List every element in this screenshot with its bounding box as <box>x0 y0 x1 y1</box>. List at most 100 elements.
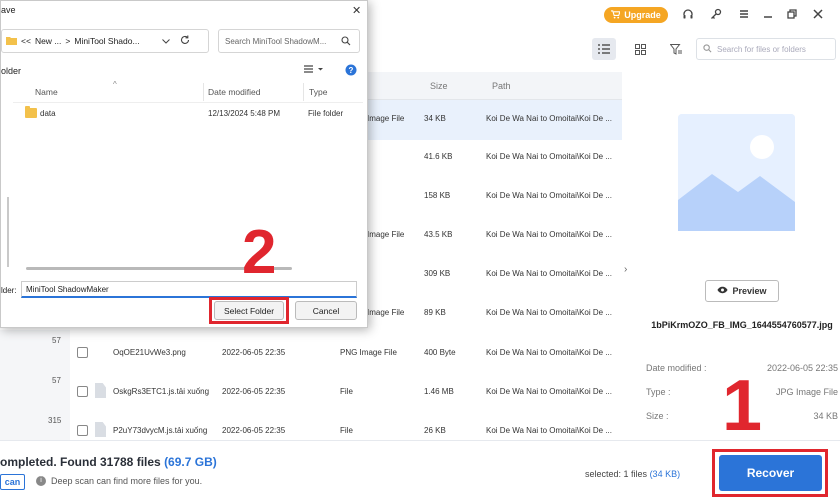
row-name: OskgRs3ETC1.js.tải xuống <box>113 387 210 396</box>
cart-icon <box>611 9 622 21</box>
folder-search-input[interactable]: Search MiniTool ShadowM... <box>218 29 360 53</box>
row-type: PNG Image File <box>340 348 397 357</box>
address-separator: > <box>65 36 71 46</box>
deep-scan-button[interactable]: can <box>0 474 25 490</box>
row-path: Koi De Wa Nai to Omoitai\Koi De ... <box>486 348 612 357</box>
address-segment[interactable]: MiniTool Shado... <box>74 36 139 46</box>
selected-size: (34 KB) <box>649 469 681 479</box>
date-modified-label: Date modified : <box>646 363 707 373</box>
row-path: Koi De Wa Nai to Omoitai\Koi De ... <box>486 269 612 278</box>
chevron-down-icon[interactable] <box>161 36 170 46</box>
selection-summary: selected: 1 files (34 KB) <box>585 469 680 479</box>
folder-name-field[interactable]: MiniTool ShadowMaker <box>21 281 357 298</box>
folder-type: File folder <box>308 109 344 118</box>
column-date[interactable]: Date modified <box>208 87 260 97</box>
file-icon <box>95 422 106 437</box>
column-size[interactable]: Size <box>430 81 448 91</box>
row-checkbox[interactable] <box>77 386 88 397</box>
folder-date: 12/13/2024 5:48 PM <box>208 109 281 118</box>
column-type[interactable]: Type <box>309 87 327 97</box>
row-date: 2022-06-05 22:35 <box>222 387 286 396</box>
refresh-icon[interactable] <box>180 35 190 47</box>
eye-icon <box>717 286 729 296</box>
preview-button[interactable]: Preview <box>705 280 779 302</box>
dialog-close-icon[interactable]: ✕ <box>352 4 361 17</box>
list-view-icon[interactable] <box>592 38 616 60</box>
filter-icon[interactable] <box>664 38 688 60</box>
upgrade-label: Upgrade <box>624 10 661 20</box>
minimize-icon[interactable] <box>760 6 776 22</box>
row-path: Koi De Wa Nai to Omoitai\Koi De ... <box>486 308 612 317</box>
address-bar[interactable]: << New ... > MiniTool Shado... <box>1 29 209 53</box>
folder-count: 57 <box>52 336 61 345</box>
step-one-annotation: 1 <box>722 366 763 446</box>
view-options-icon[interactable] <box>303 64 325 77</box>
svg-text:?: ? <box>349 66 354 75</box>
dialog-title: ave <box>1 5 16 15</box>
row-size: 43.5 KB <box>424 230 453 239</box>
row-name: OqOE21UvWe3.png <box>113 348 186 357</box>
row-path: Koi De Wa Nai to Omoitai\Koi De ... <box>486 426 612 435</box>
preview-file-name: 1bPiKrmOZO_FB_IMG_1644554760577.jpg <box>651 320 833 330</box>
search-icon <box>341 36 351 48</box>
row-path: Koi De Wa Nai to Omoitai\Koi De ... <box>486 114 612 123</box>
step-two-annotation: 2 <box>242 218 277 287</box>
view-toolbar: Search for files or folders <box>370 36 840 64</box>
grid-view-icon[interactable] <box>628 38 652 60</box>
column-path[interactable]: Path <box>492 81 511 91</box>
folder-search-placeholder: Search MiniTool ShadowM... <box>225 36 327 46</box>
address-back[interactable]: << <box>21 36 31 46</box>
image-thumbnail-icon <box>678 114 795 231</box>
maximize-icon[interactable] <box>784 6 800 22</box>
row-size: 89 KB <box>424 308 446 317</box>
folder-field-label: lder: <box>1 286 17 295</box>
collapse-panel-icon[interactable]: › <box>624 264 627 275</box>
key-icon[interactable] <box>708 6 724 22</box>
scan-status-text: ompleted. Found 31788 files <box>0 455 161 469</box>
new-folder-label[interactable]: older <box>1 66 21 76</box>
selected-count: selected: 1 files <box>585 469 648 479</box>
row-name: P2uY73dvycM.js.tải xuống <box>113 426 208 435</box>
search-icon <box>703 43 712 55</box>
status-bar: ompleted. Found 31788 files (69.7 GB) ca… <box>0 440 840 500</box>
row-path: Koi De Wa Nai to Omoitai\Koi De ... <box>486 191 612 200</box>
folder-row[interactable]: data 12/13/2024 5:48 PM File folder <box>21 105 361 123</box>
type-value: JPG Image File <box>775 387 838 397</box>
cancel-button[interactable]: Cancel <box>295 301 357 320</box>
search-placeholder: Search for files or folders <box>717 44 806 54</box>
row-checkbox[interactable] <box>77 425 88 436</box>
help-icon[interactable]: ? <box>345 64 357 79</box>
size-value: 34 KB <box>813 411 838 421</box>
file-search-input[interactable]: Search for files or folders <box>696 38 836 60</box>
column-name[interactable]: Name <box>35 87 58 97</box>
menu-icon[interactable] <box>736 6 752 22</box>
dialog-list-header: Name ^ Date modified Type <box>13 80 363 103</box>
hint-text: Deep scan can find more files for you. <box>51 476 203 486</box>
table-row[interactable]: OskgRs3ETC1.js.tải xuống 2022-06-05 22:3… <box>0 373 622 413</box>
folder-name: data <box>40 109 56 118</box>
row-path: Koi De Wa Nai to Omoitai\Koi De ... <box>486 152 612 161</box>
recover-highlight <box>712 449 828 497</box>
select-folder-dialog: ave ✕ << New ... > MiniTool Shado... Sea… <box>0 0 368 328</box>
preview-label: Preview <box>732 286 767 296</box>
scan-status: ompleted. Found 31788 files (69.7 GB) <box>0 455 217 469</box>
vertical-scrollbar[interactable] <box>7 197 9 267</box>
file-icon <box>95 383 106 398</box>
info-icon: i <box>36 476 46 486</box>
folder-count: 57 <box>52 376 61 385</box>
table-row[interactable]: OqOE21UvWe3.png 2022-06-05 22:35 PNG Ima… <box>0 334 622 374</box>
size-label: Size : <box>646 411 669 421</box>
row-size: 400 Byte <box>424 348 456 357</box>
row-type: File <box>340 387 353 396</box>
folder-tree-gutter: 57 57 315 <box>0 330 70 440</box>
row-path: Koi De Wa Nai to Omoitai\Koi De ... <box>486 387 612 396</box>
row-size: 1.46 MB <box>424 387 454 396</box>
headset-icon[interactable] <box>680 6 696 22</box>
column-divider <box>203 83 204 101</box>
row-date: 2022-06-05 22:35 <box>222 348 286 357</box>
close-icon[interactable] <box>810 6 826 22</box>
address-segment[interactable]: New ... <box>35 36 61 46</box>
upgrade-button[interactable]: Upgrade <box>604 7 668 23</box>
row-size: 158 KB <box>424 191 451 200</box>
row-checkbox[interactable] <box>77 347 88 358</box>
